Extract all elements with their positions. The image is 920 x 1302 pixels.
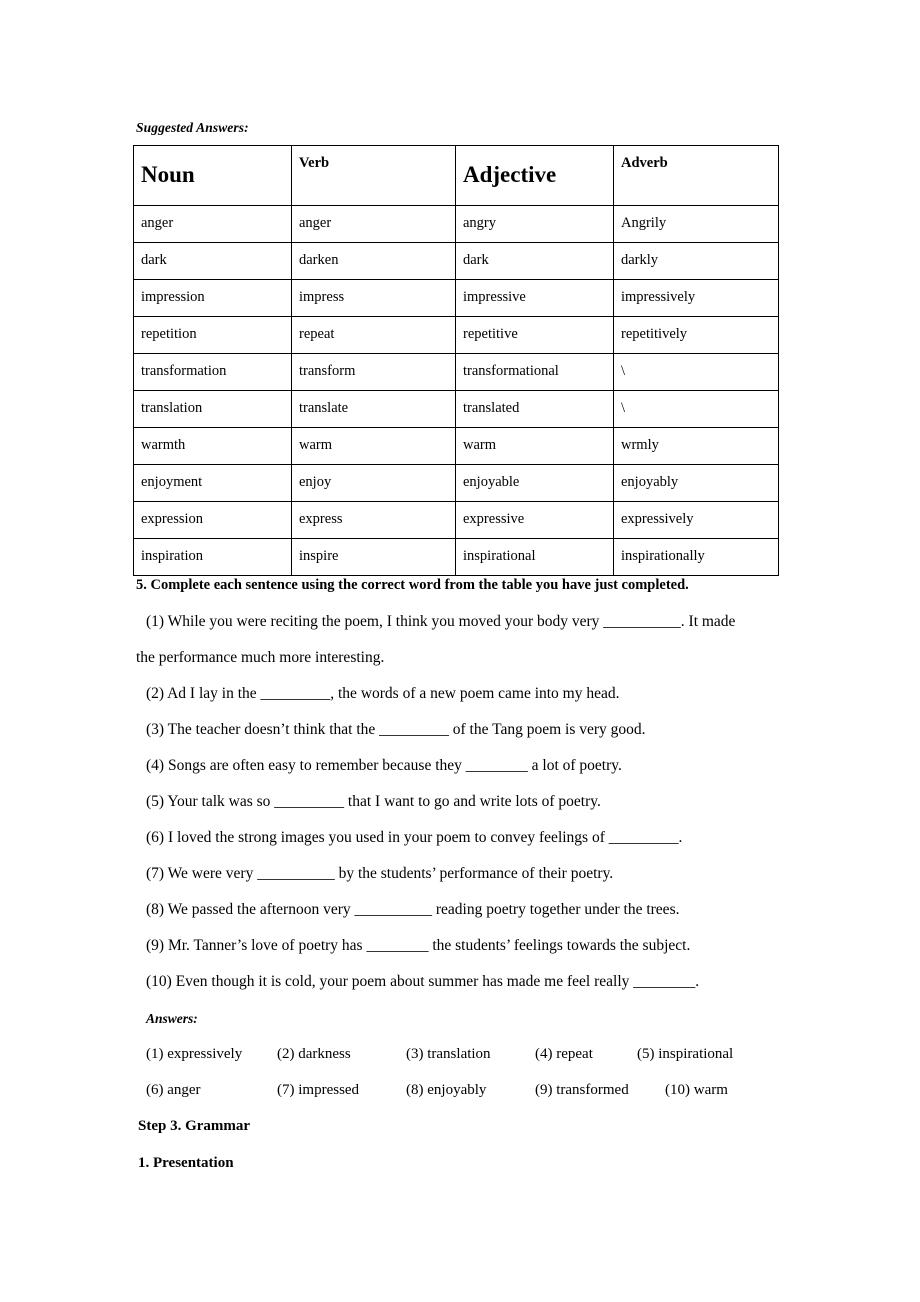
- table-row: anger anger angry Angrily: [133, 205, 779, 243]
- table-cell: enjoyably: [613, 464, 779, 502]
- answer-item-8: (8) enjoyably: [406, 1082, 487, 1098]
- table-cell: Angrily: [613, 205, 779, 243]
- table-row: expression express expressive expressive…: [133, 501, 779, 539]
- table-cell: inspire: [291, 538, 456, 576]
- table-cell: warmth: [133, 427, 292, 465]
- exercise-sentence-8: (8) We passed the afternoon very _______…: [146, 901, 680, 918]
- table-cell: impressive: [455, 279, 614, 317]
- table-cell: anger: [291, 205, 456, 243]
- table-cell: enjoyable: [455, 464, 614, 502]
- table-cell: translation: [133, 390, 292, 428]
- table-row: impression impress impressive impressive…: [133, 279, 779, 317]
- presentation-heading: 1. Presentation: [138, 1155, 234, 1171]
- exercise-sentence-1: (1) While you were reciting the poem, I …: [146, 613, 736, 630]
- table-cell: inspiration: [133, 538, 292, 576]
- word-forms-table: Noun Verb Adjective Adverb anger anger a…: [133, 145, 779, 576]
- table-cell: darkly: [613, 242, 779, 280]
- table-cell: translated: [455, 390, 614, 428]
- table-row: inspiration inspire inspirational inspir…: [133, 538, 779, 576]
- table-row: translation translate translated \: [133, 390, 779, 428]
- table-header-verb: Verb: [291, 145, 456, 206]
- answer-item-4: (4) repeat: [535, 1046, 593, 1062]
- exercise-sentence-1-continued: the performance much more interesting.: [136, 649, 385, 666]
- table-row: repetition repeat repetitive repetitivel…: [133, 316, 779, 354]
- table-cell: expressive: [455, 501, 614, 539]
- table-cell: impression: [133, 279, 292, 317]
- answer-item-2: (2) darkness: [277, 1046, 351, 1062]
- exercise-sentence-7: (7) We were very __________ by the stude…: [146, 865, 614, 882]
- answer-item-10: (10) warm: [665, 1082, 728, 1098]
- table-cell: repetition: [133, 316, 292, 354]
- table-row: dark darken dark darkly: [133, 242, 779, 280]
- table-cell: express: [291, 501, 456, 539]
- table-header-adjective: Adjective: [455, 145, 614, 206]
- exercise-sentence-3: (3) The teacher doesn’t think that the _…: [146, 721, 646, 738]
- table-cell: \: [613, 353, 779, 391]
- table-header-noun: Noun: [133, 145, 292, 206]
- table-cell: transformational: [455, 353, 614, 391]
- table-cell: dark: [455, 242, 614, 280]
- table-cell: warm: [291, 427, 456, 465]
- answer-item-9: (9) transformed: [535, 1082, 629, 1098]
- table-cell: expressively: [613, 501, 779, 539]
- table-cell: translate: [291, 390, 456, 428]
- answer-item-1: (1) expressively: [146, 1046, 243, 1062]
- table-header-row: Noun Verb Adjective Adverb: [133, 145, 779, 206]
- exercise-5-heading: 5. Complete each sentence using the corr…: [136, 577, 689, 593]
- table-cell: transform: [291, 353, 456, 391]
- answer-item-6: (6) anger: [146, 1082, 201, 1098]
- answer-item-7: (7) impressed: [277, 1082, 360, 1098]
- table-cell: wrmly: [613, 427, 779, 465]
- table-cell: \: [613, 390, 779, 428]
- table-row: transformation transform transformationa…: [133, 353, 779, 391]
- table-cell: inspirational: [455, 538, 614, 576]
- table-cell: expression: [133, 501, 292, 539]
- table-cell: enjoyment: [133, 464, 292, 502]
- exercise-sentence-6: (6) I loved the strong images you used i…: [146, 829, 683, 846]
- table-cell: anger: [133, 205, 292, 243]
- suggested-answers-label: Suggested Answers:: [136, 120, 249, 135]
- step-3-grammar-heading: Step 3. Grammar: [138, 1118, 251, 1134]
- table-cell: angry: [455, 205, 614, 243]
- table-cell: impress: [291, 279, 456, 317]
- table-cell: transformation: [133, 353, 292, 391]
- document-page: Suggested Answers: Noun Verb Adjective A…: [0, 0, 920, 1302]
- table-cell: inspirationally: [613, 538, 779, 576]
- answer-item-3: (3) translation: [406, 1046, 491, 1062]
- table-cell: darken: [291, 242, 456, 280]
- answer-item-5: (5) inspirational: [637, 1046, 734, 1062]
- answers-label: Answers:: [146, 1011, 198, 1026]
- table-cell: repeat: [291, 316, 456, 354]
- exercise-sentence-9: (9) Mr. Tanner’s love of poetry has ____…: [146, 937, 691, 954]
- table-cell: repetitively: [613, 316, 779, 354]
- exercise-sentence-10: (10) Even though it is cold, your poem a…: [146, 973, 700, 990]
- table-header-adverb: Adverb: [613, 145, 779, 206]
- exercise-sentence-2: (2) Ad I lay in the _________, the words…: [146, 685, 620, 702]
- table-cell: warm: [455, 427, 614, 465]
- table-row: enjoyment enjoy enjoyable enjoyably: [133, 464, 779, 502]
- table-cell: enjoy: [291, 464, 456, 502]
- table-cell: repetitive: [455, 316, 614, 354]
- exercise-sentence-5: (5) Your talk was so _________ that I wa…: [146, 793, 601, 810]
- table-cell: impressively: [613, 279, 779, 317]
- table-cell: dark: [133, 242, 292, 280]
- table-row: warmth warm warm wrmly: [133, 427, 779, 465]
- exercise-sentence-4: (4) Songs are often easy to remember bec…: [146, 757, 622, 774]
